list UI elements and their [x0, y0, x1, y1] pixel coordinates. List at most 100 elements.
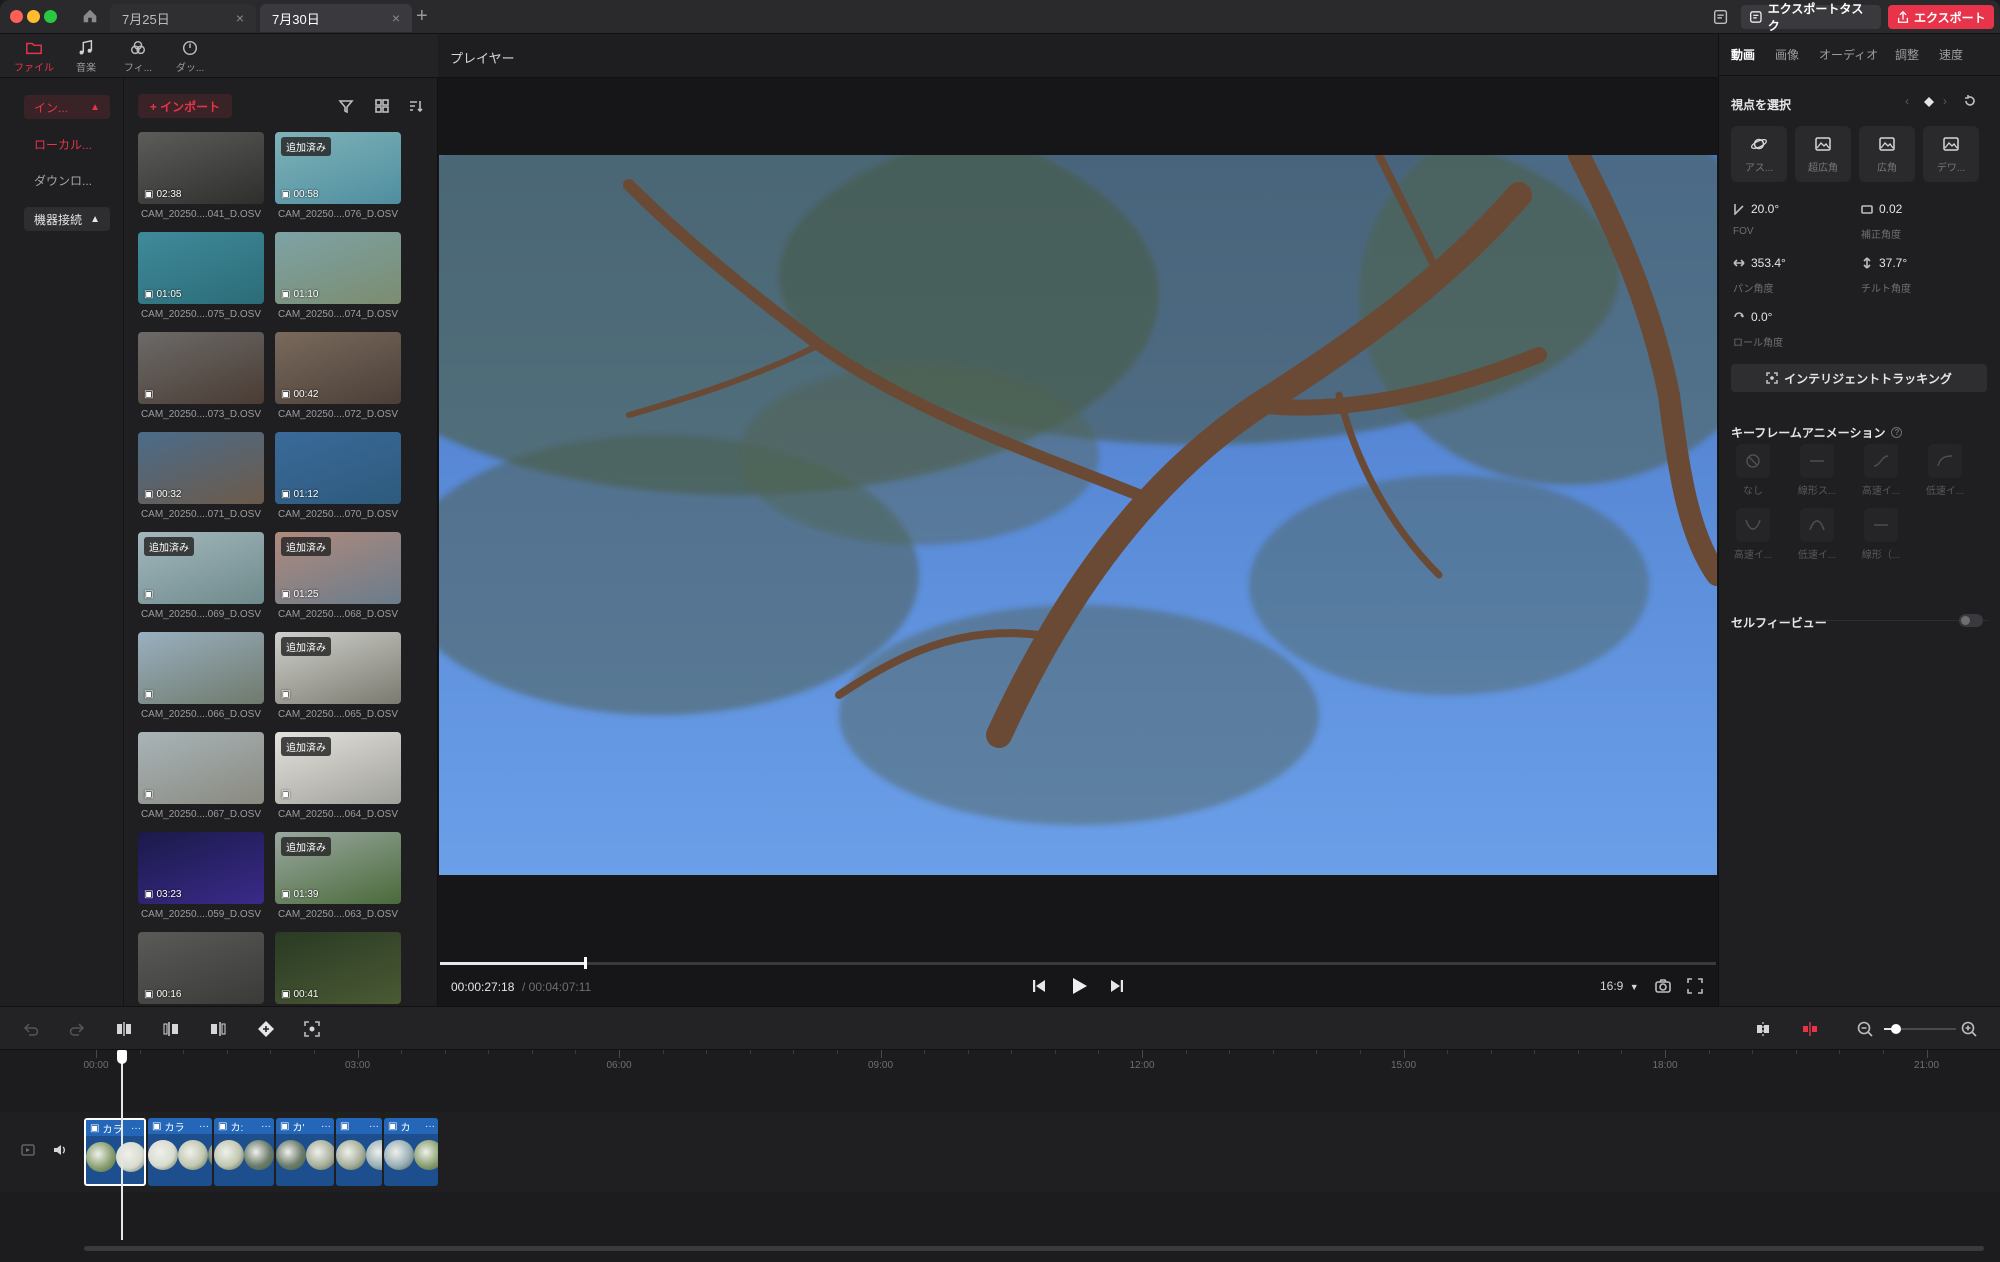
zoom-slider-knob[interactable]	[1891, 1024, 1901, 1034]
track-audio-icon[interactable]	[52, 1142, 68, 1158]
correction-param[interactable]: 0.02	[1861, 202, 1902, 216]
keyframe-preset[interactable]: 線形（...	[1857, 508, 1905, 566]
tab-image[interactable]: 画像	[1775, 46, 1799, 63]
clip-more-icon[interactable]: ···	[321, 1121, 334, 1132]
media-thumbnail[interactable]: 追加済み ▣ 00:58	[275, 132, 401, 204]
media-thumbnail[interactable]: ▣ 00:32	[138, 432, 264, 504]
view-ultra-wide[interactable]: 超広角	[1795, 126, 1851, 182]
media-thumbnail[interactable]: ▣ 00:42	[275, 332, 401, 404]
sidebar-item-downloads[interactable]: ダウンロ...	[34, 172, 92, 189]
undo-icon[interactable]	[22, 1020, 40, 1038]
trim-right-icon[interactable]	[209, 1020, 227, 1038]
media-thumbnail[interactable]: ▣ 01:05	[138, 232, 264, 304]
magnet-link-icon[interactable]	[1801, 1020, 1819, 1038]
export-tasks-button[interactable]: エクスポートタスク	[1741, 2, 1881, 33]
home-icon[interactable]	[81, 7, 99, 25]
tab-close-icon[interactable]: ×	[392, 10, 400, 26]
previous-frame-icon[interactable]	[1030, 977, 1048, 995]
media-thumbnail[interactable]: ▣ 01:10	[275, 232, 401, 304]
clip-more-icon[interactable]: ···	[425, 1121, 438, 1132]
media-thumbnail[interactable]: ▣	[138, 332, 264, 404]
view-dewarp[interactable]: デワ...	[1923, 126, 1979, 182]
tab-adjust[interactable]: 調整	[1895, 46, 1919, 63]
keyframe-diamond-icon[interactable]	[1923, 96, 1935, 108]
media-thumbnail[interactable]: 追加済み ▣	[275, 732, 401, 804]
clip-more-icon[interactable]: ···	[199, 1121, 212, 1132]
intelligent-tracking-button[interactable]: インテリジェントトラッキング	[1731, 364, 1987, 392]
keyframe-preset[interactable]: 低速イ...	[1793, 508, 1841, 566]
playhead-handle[interactable]	[584, 957, 588, 969]
media-thumbnail[interactable]: ▣ 00:16	[138, 932, 264, 1004]
media-thumbnail[interactable]: ▣ 02:38	[138, 132, 264, 204]
snap-icon[interactable]	[1754, 1020, 1772, 1038]
timeline-clip[interactable]: ▣ カラ ···	[148, 1118, 212, 1186]
export-button[interactable]: エクスポート	[1888, 5, 1994, 29]
clip-more-icon[interactable]: ···	[131, 1123, 144, 1134]
filter-funnel-icon[interactable]	[338, 98, 354, 114]
snapshot-camera-icon[interactable]	[1654, 977, 1672, 995]
import-group-toggle[interactable]: イン... ▲	[24, 95, 110, 119]
zoom-in-icon[interactable]	[1960, 1020, 1978, 1038]
new-tab-button[interactable]: +	[416, 5, 428, 28]
tracking-target-icon[interactable]	[303, 1020, 321, 1038]
keyframe-preset[interactable]: なし	[1729, 444, 1777, 502]
video-preview[interactable]	[439, 155, 1717, 875]
media-thumbnail[interactable]: ▣ 00:41	[275, 932, 401, 1004]
prev-keyframe-icon[interactable]: ‹	[1905, 94, 1909, 108]
media-thumbnail[interactable]: ▣	[138, 632, 264, 704]
timeline-playhead[interactable]	[117, 1050, 127, 1240]
tool-file[interactable]: ファイル	[10, 34, 58, 78]
keyframe-preset[interactable]: 高速イ...	[1857, 444, 1905, 502]
zoom-window-button[interactable]	[44, 10, 57, 23]
sidebar-item-local[interactable]: ローカル...	[34, 136, 92, 153]
trim-left-icon[interactable]	[162, 1020, 180, 1038]
fov-param[interactable]: 20.0°	[1733, 202, 1779, 216]
close-window-button[interactable]	[10, 10, 23, 23]
next-keyframe-icon[interactable]: ›	[1943, 94, 1947, 108]
view-wide[interactable]: 広角	[1859, 126, 1915, 182]
aspect-ratio-select[interactable]: 16:9 ▼	[1600, 979, 1639, 993]
sort-icon[interactable]	[408, 98, 424, 114]
tab-0[interactable]: 7月25日 ×	[110, 4, 256, 32]
tab-video[interactable]: 動画	[1731, 46, 1755, 63]
zoom-slider[interactable]	[1884, 1024, 1956, 1034]
tab-close-icon[interactable]: ×	[236, 10, 244, 26]
media-thumbnail[interactable]: 追加済み ▣ 01:39	[275, 832, 401, 904]
keyframe-preset[interactable]: 低速イ...	[1921, 444, 1969, 502]
selfie-view-toggle[interactable]	[1959, 614, 1983, 627]
import-button[interactable]: + インポート	[138, 94, 232, 118]
grid-view-icon[interactable]	[374, 98, 390, 114]
keyframe-preset[interactable]: 線形ス...	[1793, 444, 1841, 502]
fullscreen-icon[interactable]	[1686, 977, 1704, 995]
timeline-clip[interactable]: ▣ カラ ···	[84, 1118, 146, 1186]
media-thumbnail[interactable]: ▣ 03:23	[138, 832, 264, 904]
timeline-clip[interactable]: ▣ ···	[336, 1118, 382, 1186]
play-icon[interactable]	[1068, 975, 1090, 997]
roll-param[interactable]: 0.0°	[1733, 310, 1772, 324]
media-thumbnail[interactable]: ▣ 01:12	[275, 432, 401, 504]
timeline-clip[interactable]: ▣ カ' ···	[276, 1118, 334, 1186]
timeline-scrollbar[interactable]	[84, 1246, 1984, 1251]
reset-icon[interactable]	[1963, 94, 1977, 108]
tab-speed[interactable]: 速度	[1939, 46, 1963, 63]
tab-1[interactable]: 7月30日 ×	[260, 4, 412, 32]
add-keyframe-icon[interactable]	[256, 1019, 276, 1039]
media-thumbnail[interactable]: 追加済み ▣	[138, 532, 264, 604]
clip-more-icon[interactable]: ···	[261, 1121, 274, 1132]
tab-audio[interactable]: オーディオ	[1819, 46, 1878, 63]
clip-more-icon[interactable]: ···	[369, 1121, 382, 1132]
playback-track[interactable]	[440, 957, 1716, 969]
tilt-param[interactable]: 37.7°	[1861, 256, 1907, 270]
split-icon[interactable]	[115, 1020, 133, 1038]
media-thumbnail[interactable]: ▣	[138, 732, 264, 804]
minimize-window-button[interactable]	[27, 10, 40, 23]
redo-icon[interactable]	[68, 1020, 86, 1038]
media-thumbnail[interactable]: 追加済み ▣ 01:25	[275, 532, 401, 604]
notes-icon[interactable]	[1712, 8, 1730, 26]
timeline-clip[interactable]: ▣ カ: ···	[214, 1118, 274, 1186]
tool-filter[interactable]: フィ...	[114, 34, 162, 78]
playhead-handle[interactable]	[117, 1050, 127, 1064]
media-thumbnail[interactable]: 追加済み ▣	[275, 632, 401, 704]
timeline-ruler[interactable]: 00:00 03:00 06:00 09:00 12:00 15:00 18:00 21:00	[0, 1050, 2000, 1110]
zoom-out-icon[interactable]	[1856, 1020, 1874, 1038]
